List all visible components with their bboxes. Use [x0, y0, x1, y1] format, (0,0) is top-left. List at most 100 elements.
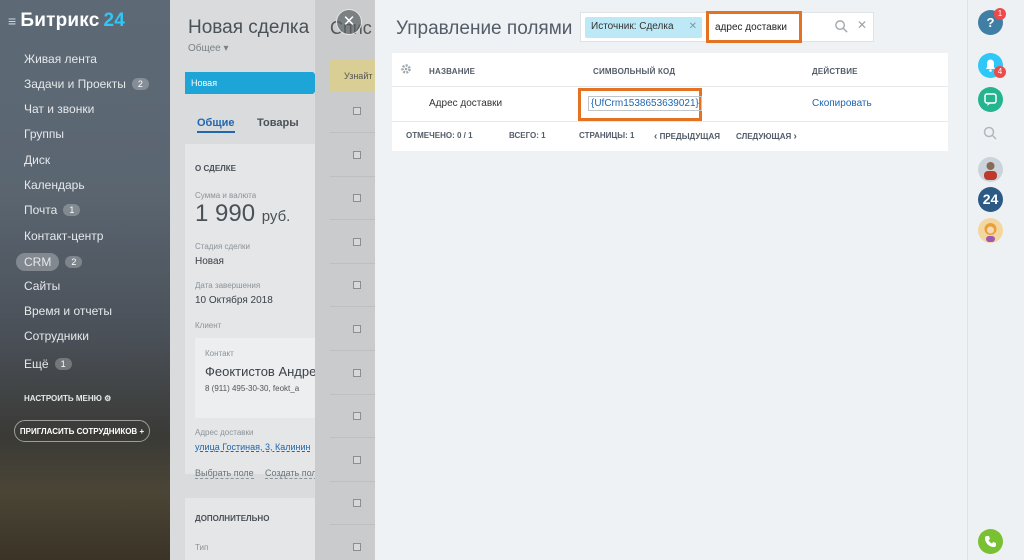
sidebar-item[interactable]: Задачи и Проекты 2 — [24, 77, 149, 91]
row-checkbox[interactable] — [353, 369, 361, 377]
sidebar-item-count: 1 — [63, 204, 81, 216]
messenger-button[interactable] — [978, 87, 1003, 112]
gear-icon: ⚙ — [104, 394, 112, 403]
client-label: Клиент — [195, 321, 222, 330]
phone-icon — [985, 536, 996, 547]
sidebar-item[interactable]: Календарь — [24, 178, 85, 192]
right-panel: ? 1 4 24 — [967, 0, 1024, 560]
learn-banner[interactable]: Узнайт — [330, 60, 375, 92]
row-checkbox[interactable] — [353, 543, 361, 551]
left-sidebar: ≡ Битрикс 24 Живая лента Задачи и Проекты 2 Ч… — [0, 0, 170, 560]
invite-employees-button[interactable]: ПРИГЛАСИТЬ СОТРУДНИКОВ + — [14, 420, 150, 442]
stage-bar[interactable]: Новая — [185, 72, 315, 94]
sidebar-item-count: 1 — [54, 358, 72, 370]
search-input[interactable]: адрес доставки — [706, 11, 802, 43]
sidebar-item[interactable]: Диск — [24, 153, 50, 167]
choose-field-link[interactable]: Выбрать поле — [195, 468, 254, 479]
user-avatar[interactable] — [978, 157, 1003, 182]
tab-goods[interactable]: Товары — [257, 117, 299, 129]
row-checkbox[interactable] — [353, 151, 361, 159]
contact-label: Контакт — [205, 349, 234, 358]
sidebar-item-label: Сайты — [24, 279, 61, 293]
field-name-cell: Адрес доставки — [429, 98, 503, 109]
fields-table: НАЗВАНИЕ СИМВОЛЬНЫЙ КОД ДЕЙСТВИЕ Адрес д… — [392, 53, 948, 151]
avatar-icon — [984, 223, 997, 242]
deal-category[interactable]: Общее ▾ — [188, 43, 229, 54]
sidebar-item[interactable]: Контакт-центр — [24, 229, 103, 243]
sidebar-item[interactable]: CRM 2 — [16, 253, 83, 271]
pages-label: СТРАНИЦЫ: 1 — [579, 131, 635, 140]
sidebar-item[interactable]: Почта 1 — [24, 203, 81, 217]
prev-label: ПРЕДЫДУЩАЯ — [659, 132, 720, 141]
address-value[interactable]: улица Гостиная, 3, Калинин — [195, 442, 311, 452]
sidebar-item[interactable]: Живая лента — [24, 52, 97, 66]
logo[interactable]: ≡ Битрикс 24 — [8, 10, 125, 32]
user-avatar[interactable] — [978, 218, 1003, 243]
clear-search-icon[interactable]: ✕ — [857, 18, 867, 32]
logo-name: Битрикс — [20, 10, 100, 31]
row-divider — [330, 481, 375, 482]
configure-menu-link[interactable]: НАСТРОИТЬ МЕНЮ ⚙ — [24, 394, 111, 403]
chevron-right-icon: › — [793, 131, 797, 142]
sidebar-item[interactable]: Сайты — [24, 279, 60, 293]
filter-search-bar[interactable]: Источник: Сделка ✕ адрес доставки ✕ — [580, 11, 874, 43]
sidebar-item[interactable]: Чат и звонки — [24, 102, 94, 116]
row-divider — [330, 176, 375, 177]
row-divider — [330, 132, 375, 133]
sidebar-item-label: Группы — [24, 127, 64, 141]
prev-page-button[interactable]: ‹ ПРЕДЫДУЩАЯ — [654, 131, 720, 142]
contact-phone[interactable]: 8 (911) 495-30-30, feokt_a — [205, 384, 299, 393]
bitrix24-button[interactable]: 24 — [978, 187, 1003, 212]
sidebar-item[interactable]: Время и отчеты — [24, 304, 112, 318]
tab-general[interactable]: Общие — [197, 117, 235, 133]
chevron-left-icon: ‹ — [654, 131, 658, 142]
column-action: ДЕЙСТВИЕ — [812, 67, 858, 76]
row-checkbox[interactable] — [353, 238, 361, 246]
filter-chip-source[interactable]: Источник: Сделка ✕ — [585, 17, 702, 38]
filter-chip-label: Источник: Сделка — [591, 21, 674, 32]
sidebar-item-label: Чат и звонки — [24, 102, 95, 116]
call-button[interactable] — [978, 529, 1003, 554]
search-button[interactable] — [978, 121, 1003, 146]
next-page-button[interactable]: СЛЕДУЮЩАЯ › — [736, 131, 797, 142]
row-checkbox[interactable] — [353, 325, 361, 333]
sidebar-item[interactable]: Группы — [24, 127, 64, 141]
sidebar-item-label: Ещё — [24, 357, 49, 371]
row-checkbox[interactable] — [353, 194, 361, 202]
column-code[interactable]: СИМВОЛЬНЫЙ КОД — [593, 67, 675, 76]
page-title: Управление полями — [396, 18, 573, 39]
search-icon[interactable] — [834, 19, 849, 34]
sidebar-item[interactable]: Ещё 1 — [24, 357, 72, 371]
search-icon — [983, 126, 997, 140]
remove-chip-icon[interactable]: ✕ — [689, 21, 697, 32]
field-code-cell[interactable]: {UfCrm1538653639021} — [578, 88, 702, 121]
selected-count: ОТМЕЧЕНО: 0 / 1 — [406, 131, 473, 140]
row-checkbox[interactable] — [353, 456, 361, 464]
field-management-slider: Управление полями Источник: Сделка ✕ адр… — [375, 0, 967, 560]
menu-icon[interactable]: ≡ — [8, 13, 16, 29]
deal-title: Новая сделка — [188, 17, 310, 38]
logo-number: 24 — [103, 10, 126, 31]
row-checkbox[interactable] — [353, 412, 361, 420]
field-code-value: {UfCrm1538653639021} — [588, 96, 702, 111]
close-icon: ✕ — [342, 13, 356, 30]
sidebar-item[interactable]: Сотрудники — [24, 329, 89, 343]
sidebar-item-label: Календарь — [24, 178, 85, 192]
row-checkbox[interactable] — [353, 281, 361, 289]
deal-category-label: Общее — [188, 43, 221, 54]
row-checkbox[interactable] — [353, 499, 361, 507]
invite-label: ПРИГЛАСИТЬ СОТРУДНИКОВ — [19, 426, 138, 436]
gear-icon[interactable] — [400, 63, 412, 75]
close-slider-button[interactable]: ✕ — [336, 9, 362, 35]
create-field-link[interactable]: Создать пол — [265, 468, 315, 479]
list-strip: Спис Узнайт — [315, 0, 375, 560]
column-name[interactable]: НАЗВАНИЕ — [429, 67, 475, 76]
row-divider — [330, 437, 375, 438]
next-label: СЛЕДУЮЩАЯ — [736, 132, 792, 141]
sidebar-item-label: Почта — [24, 203, 58, 217]
row-checkbox[interactable] — [353, 107, 361, 115]
copy-link[interactable]: Скопировать — [812, 98, 872, 109]
deal-amount: 1 990 руб. — [195, 200, 290, 228]
contact-name[interactable]: Феоктистов Андрей — [205, 364, 315, 379]
chat-icon — [984, 93, 997, 106]
